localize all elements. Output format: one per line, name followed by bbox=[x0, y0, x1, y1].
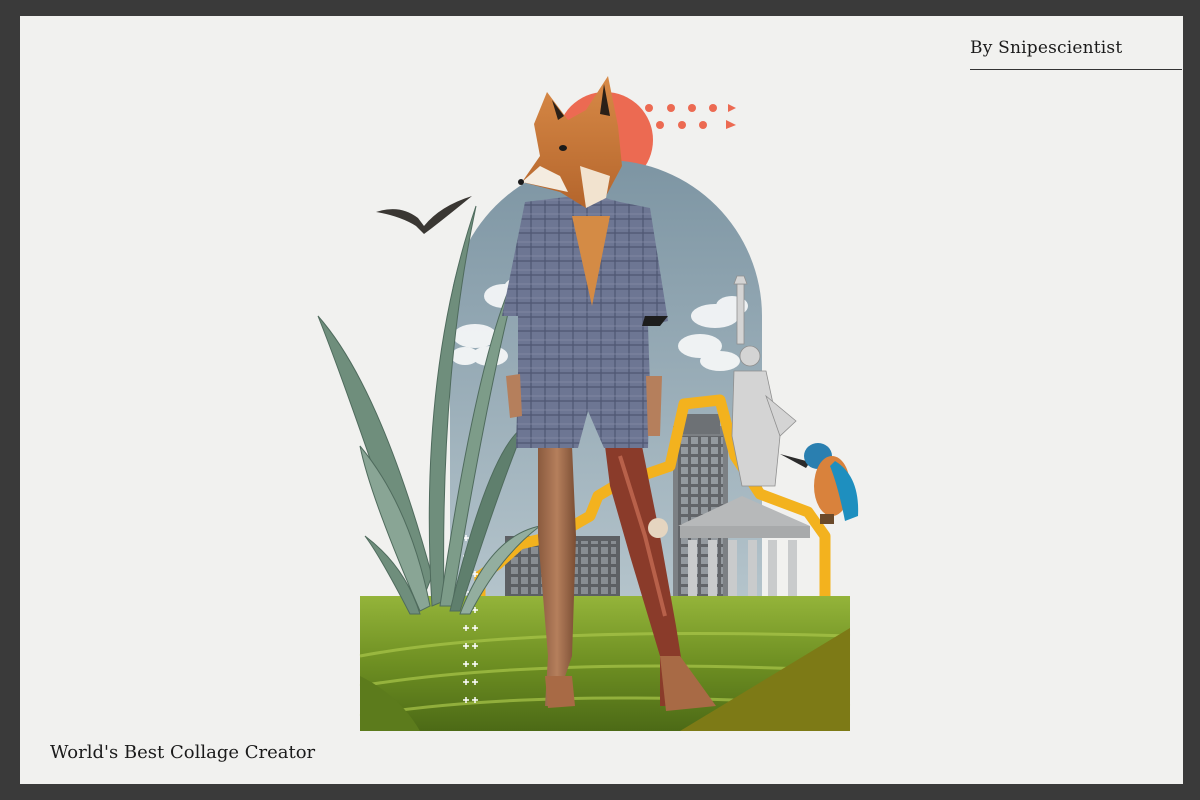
kingfisher bbox=[780, 443, 859, 524]
coral-dots bbox=[645, 104, 736, 129]
caption: World's Best Collage Creator bbox=[50, 742, 316, 763]
statue-of-liberty bbox=[731, 275, 797, 487]
poster-frame: By Snipescientist World's Best Collage C… bbox=[20, 16, 1183, 784]
knee-joint bbox=[648, 518, 668, 538]
right-hand bbox=[646, 376, 662, 436]
collage-artwork bbox=[317, 76, 859, 731]
left-shoe bbox=[545, 676, 575, 708]
eagle bbox=[376, 196, 472, 234]
